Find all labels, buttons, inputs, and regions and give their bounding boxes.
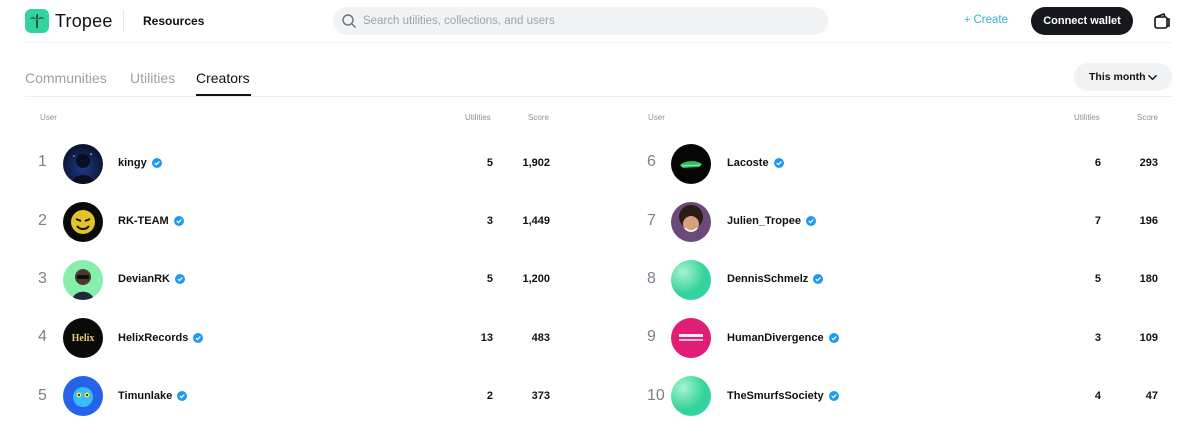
score-value: 180 [1139, 273, 1158, 285]
search-bar[interactable] [333, 7, 828, 35]
utilities-count: 3 [1094, 332, 1101, 344]
avatar[interactable] [63, 376, 103, 416]
search-input[interactable] [363, 15, 803, 27]
column-header-user: User [648, 113, 665, 122]
user-name-link[interactable]: Julien_Tropee [727, 215, 816, 227]
header-divider-line [25, 42, 1172, 43]
score-value: 47 [1145, 390, 1158, 402]
brand-name: Tropee [55, 10, 113, 31]
score-value: 1,200 [522, 273, 550, 285]
avatar-logo-text: Helix [71, 332, 95, 344]
avatar[interactable] [671, 144, 711, 184]
utilities-count: 7 [1094, 215, 1101, 227]
score-value: 196 [1139, 215, 1158, 227]
user-name: Timunlake [118, 390, 173, 402]
palm-tree-icon [25, 9, 49, 33]
avatar-image [679, 205, 703, 232]
verified-badge-icon [828, 391, 839, 401]
tab-utilities[interactable]: Utilities [130, 70, 175, 86]
column-header-utilities: Utilities [465, 113, 491, 122]
score-value: 293 [1139, 157, 1158, 169]
score-value: 1,902 [522, 157, 550, 169]
tab-creators[interactable]: Creators [196, 70, 250, 86]
utilities-count: 5 [1094, 273, 1101, 285]
avatar[interactable] [671, 260, 711, 300]
utilities-count: 2 [486, 390, 493, 402]
user-name-link[interactable]: DevianRK [118, 273, 185, 285]
chevron-down-icon [1148, 74, 1157, 81]
search-icon [342, 14, 356, 28]
period-selected-label: This month [1089, 71, 1146, 83]
avatar-image [73, 387, 93, 407]
score-value: 373 [531, 390, 550, 402]
user-name-link[interactable]: kingy [118, 157, 162, 169]
user-name-link[interactable]: Timunlake [118, 390, 188, 402]
avatar-image [680, 161, 702, 168]
avatar-image [71, 210, 95, 234]
connect-wallet-button[interactable]: Connect wallet [1031, 7, 1133, 35]
avatar-image [71, 153, 95, 184]
utilities-count: 3 [486, 215, 493, 227]
avatar[interactable]: Helix [63, 318, 103, 358]
verified-badge-icon [828, 333, 839, 343]
tab-communities[interactable]: Communities [25, 70, 107, 86]
column-header-score: Score [1137, 113, 1158, 122]
tabs-divider-line [25, 96, 1172, 97]
user-name: Julien_Tropee [727, 215, 801, 227]
avatar[interactable] [671, 202, 711, 242]
wallet-icon[interactable] [1152, 11, 1172, 31]
avatar[interactable] [671, 376, 711, 416]
verified-badge-icon [805, 216, 816, 226]
header-divider [123, 10, 124, 32]
user-name: HumanDivergence [727, 332, 824, 344]
avatar[interactable] [63, 202, 103, 242]
verified-badge-icon [174, 274, 185, 284]
score-value: 1,449 [522, 215, 550, 227]
user-name-link[interactable]: DennisSchmelz [727, 273, 824, 285]
user-name: DennisSchmelz [727, 273, 809, 285]
verified-badge-icon [773, 158, 784, 168]
utilities-count: 13 [480, 332, 493, 344]
user-name-link[interactable]: RK-TEAM [118, 215, 184, 227]
verified-badge-icon [193, 333, 204, 343]
top-header: Tropee Resources + Create Connect wallet [0, 0, 1200, 42]
utilities-count: 5 [486, 273, 493, 285]
verified-badge-icon [177, 391, 188, 401]
user-name-link[interactable]: TheSmurfsSociety [727, 390, 839, 402]
user-name: RK-TEAM [118, 215, 169, 227]
avatar-image [72, 269, 94, 300]
utilities-count: 4 [1094, 390, 1101, 402]
brand-logo[interactable]: Tropee [25, 9, 113, 33]
avatar-image [679, 334, 703, 341]
plus-icon: + [964, 14, 971, 26]
user-name-link[interactable]: HumanDivergence [727, 332, 839, 344]
create-button[interactable]: + Create [964, 14, 1008, 26]
verified-badge-icon [173, 216, 184, 226]
column-header-user: User [40, 113, 57, 122]
avatar[interactable] [63, 260, 103, 300]
utilities-count: 5 [486, 157, 493, 169]
user-name-link[interactable]: HelixRecords [118, 332, 204, 344]
user-name-link[interactable]: Lacoste [727, 157, 784, 169]
avatar[interactable] [671, 318, 711, 358]
column-header-score: Score [528, 113, 549, 122]
user-name: DevianRK [118, 273, 170, 285]
period-dropdown[interactable]: This month [1074, 63, 1172, 91]
user-name: kingy [118, 157, 147, 169]
user-name: TheSmurfsSociety [727, 390, 824, 402]
create-label: Create [973, 14, 1008, 26]
utilities-count: 6 [1094, 157, 1101, 169]
user-name: Lacoste [727, 157, 769, 169]
verified-badge-icon [813, 274, 824, 284]
column-header-utilities: Utilities [1074, 113, 1100, 122]
nav-resources-link[interactable]: Resources [143, 14, 204, 28]
score-value: 483 [531, 332, 550, 344]
user-name: HelixRecords [118, 332, 189, 344]
score-value: 109 [1139, 332, 1158, 344]
verified-badge-icon [151, 158, 162, 168]
avatar[interactable] [63, 144, 103, 184]
